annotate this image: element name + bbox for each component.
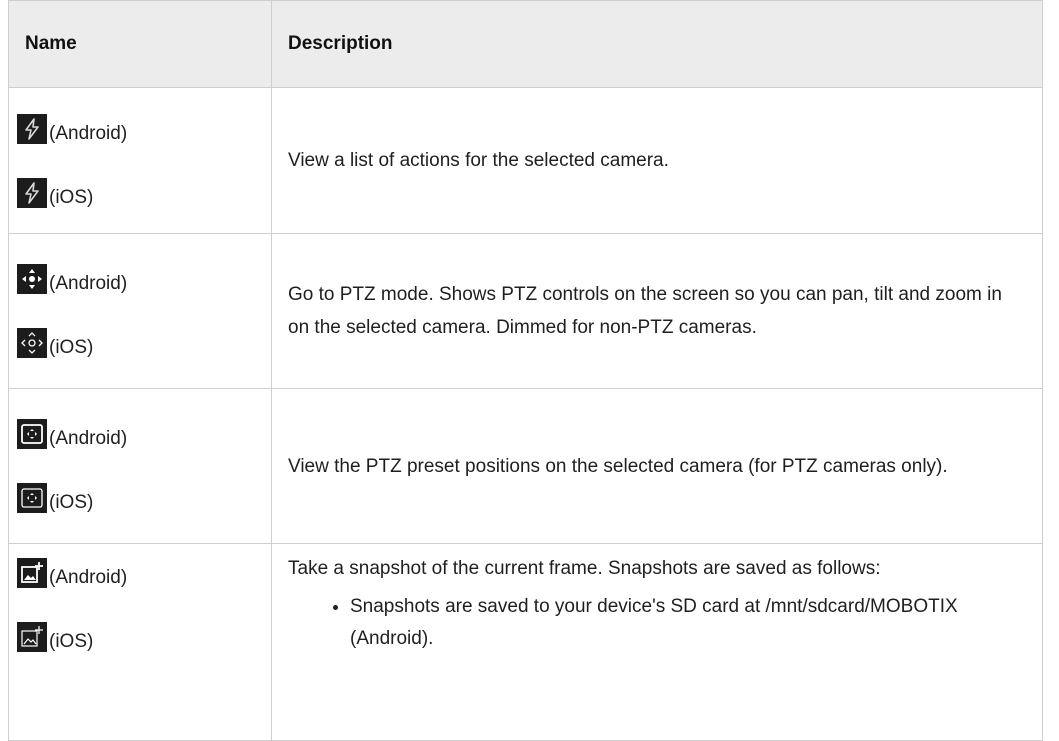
ios-entry: (iOS)	[17, 483, 271, 513]
snapshot-add-icon	[17, 622, 47, 652]
table-row: (Android) (iOS) Take a snapshot of the c…	[8, 543, 1043, 741]
ios-entry: (iOS)	[17, 177, 271, 208]
android-entry: (Android)	[17, 264, 271, 294]
controls-table: Name Description (Android) (iOS) View a …	[8, 0, 1043, 741]
ptz-preset-icon	[17, 419, 47, 449]
snapshot-add-icon	[17, 558, 47, 588]
name-cell: (Android) (iOS)	[8, 388, 272, 544]
name-column-header: Name	[8, 0, 272, 88]
table-row: (Android) (iOS) View a list of actions f…	[8, 87, 1043, 234]
ptz-move-icon	[17, 328, 47, 358]
name-cell: (Android) (iOS)	[8, 543, 272, 741]
bullet-list: Snapshots are saved to your device's SD …	[288, 591, 1026, 655]
ptz-preset-icon	[17, 483, 47, 513]
ios-label: (iOS)	[49, 186, 94, 208]
android-entry: (Android)	[17, 419, 271, 449]
name-cell: (Android) (iOS)	[8, 233, 272, 389]
ios-label: (iOS)	[49, 492, 94, 513]
table-row: (Android) (iOS) View the PTZ preset posi…	[8, 388, 1043, 544]
android-label: (Android)	[49, 567, 128, 588]
table-header-row: Name Description	[8, 0, 1043, 88]
android-label: (Android)	[49, 428, 128, 449]
name-cell: (Android) (iOS)	[8, 87, 272, 234]
description-cell: Take a snapshot of the current frame. Sn…	[271, 543, 1043, 741]
table-row: (Android) (iOS) Go to PTZ mode. Shows PT…	[8, 233, 1043, 389]
actions-bolt-icon	[17, 177, 47, 208]
android-label: (Android)	[49, 122, 128, 144]
description-text: Take a snapshot of the current frame. Sn…	[288, 558, 881, 579]
description-cell: View the PTZ preset positions on the sel…	[271, 388, 1043, 544]
description-cell: Go to PTZ mode. Shows PTZ controls on th…	[271, 233, 1043, 389]
actions-bolt-icon	[17, 113, 47, 144]
android-entry: (Android)	[17, 558, 271, 588]
ios-label: (iOS)	[49, 337, 94, 358]
ptz-move-icon	[17, 264, 47, 294]
android-label: (Android)	[49, 273, 128, 294]
list-item: Snapshots are saved to your device's SD …	[350, 591, 1026, 655]
description-cell: View a list of actions for the selected …	[271, 87, 1043, 234]
description-column-header: Description	[271, 0, 1043, 88]
ios-label: (iOS)	[49, 631, 94, 652]
ios-entry: (iOS)	[17, 328, 271, 358]
ios-entry: (iOS)	[17, 622, 271, 652]
android-entry: (Android)	[17, 113, 271, 144]
